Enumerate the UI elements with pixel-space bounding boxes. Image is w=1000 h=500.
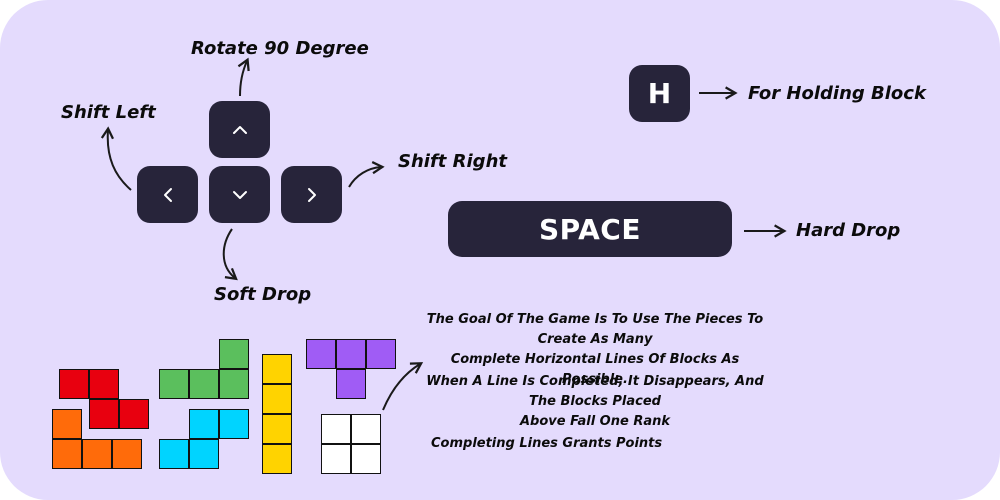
shift-right-key[interactable]	[281, 166, 342, 223]
rule-clear: When A Line Is Completed, It Disappears,…	[420, 372, 770, 432]
shift-left-key[interactable]	[137, 166, 198, 223]
o-piece-block	[351, 444, 381, 474]
j-piece-block	[219, 409, 249, 439]
rules-arrow	[382, 362, 424, 411]
shift-left-arrow	[100, 126, 132, 191]
shift-left-label: Shift Left	[61, 102, 156, 123]
o-piece-block	[321, 444, 351, 474]
t-piece-block	[306, 339, 336, 369]
z-piece-block	[89, 369, 119, 399]
t-piece-block	[336, 339, 366, 369]
i-piece-block	[262, 354, 292, 384]
z-piece-block	[59, 369, 89, 399]
hold-label: For Holding Block	[748, 83, 926, 104]
o-piece-block	[351, 414, 381, 444]
rule-goal-line1: The Goal Of The Game Is To Use The Piece…	[426, 312, 764, 347]
s-piece-block	[219, 339, 249, 369]
space-key-label: SPACE	[539, 212, 641, 246]
j-piece-block	[159, 439, 189, 469]
l-piece-block	[82, 439, 112, 469]
chevron-left-icon	[163, 187, 172, 202]
soft-drop-label: Soft Drop	[214, 284, 312, 305]
chevron-down-icon	[232, 190, 247, 199]
l-piece-block	[112, 439, 142, 469]
hold-key[interactable]: H	[629, 65, 690, 122]
controls-card: Rotate 90 Degree Shift Left Shift Right …	[0, 0, 1000, 500]
soft-drop-key[interactable]	[209, 166, 270, 223]
j-piece-block	[189, 409, 219, 439]
l-piece-block	[52, 439, 82, 469]
s-piece-block	[159, 369, 189, 399]
space-key[interactable]: SPACE	[448, 201, 732, 257]
shift-right-label: Shift Right	[398, 151, 507, 172]
rule-points: Completing Lines Grants Points	[431, 436, 663, 451]
i-piece-block	[262, 384, 292, 414]
soft-drop-arrow	[222, 228, 238, 281]
s-piece-block	[189, 369, 219, 399]
hold-key-letter: H	[647, 77, 672, 110]
t-piece-block	[366, 339, 396, 369]
i-piece-block	[262, 444, 292, 474]
shift-right-arrow	[348, 161, 385, 188]
z-piece-block	[119, 399, 149, 429]
s-piece-block	[219, 369, 249, 399]
i-piece-block	[262, 414, 292, 444]
z-piece-block	[89, 399, 119, 429]
l-piece-block	[52, 409, 82, 439]
t-piece-block	[336, 369, 366, 399]
hard-drop-label: Hard Drop	[796, 220, 901, 241]
o-piece-block	[321, 414, 351, 444]
chevron-right-icon	[307, 187, 316, 202]
rotate-key[interactable]	[209, 101, 270, 158]
rule-clear-line1: When A Line Is Completed, It Disappears,…	[426, 374, 764, 409]
rule-clear-line2: Above Fall One Rank	[519, 414, 671, 429]
chevron-up-icon	[232, 125, 247, 134]
j-piece-block	[189, 439, 219, 469]
rotate-label: Rotate 90 Degree	[191, 38, 369, 59]
rotate-arrow	[237, 57, 250, 97]
